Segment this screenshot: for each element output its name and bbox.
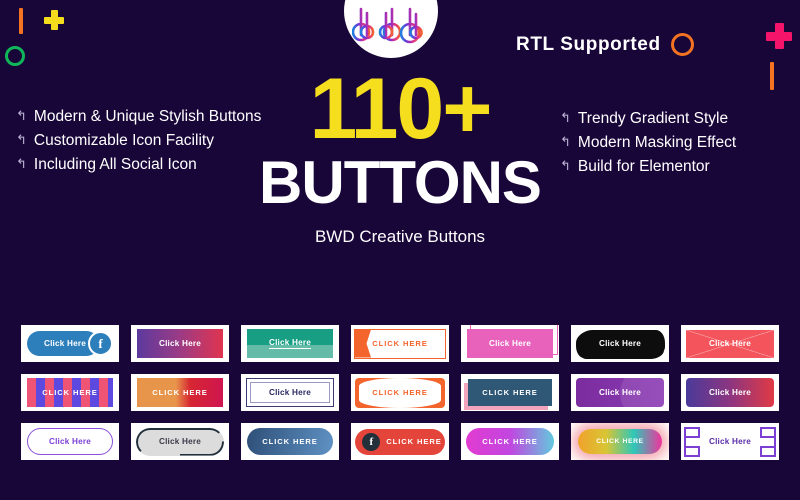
circle-green-top-left-icon [5,46,25,66]
button-card: CLICK HERE [131,374,229,411]
button-magenta-cyan-pill[interactable]: CLICK HERE [466,428,554,455]
button-blue-gradient-pill[interactable]: CLICK HERE [247,428,333,455]
button-label: CLICK HERE [42,388,98,397]
button-striped[interactable]: CLICK HERE [27,378,113,407]
corner-bracket-icon [684,426,700,438]
button-card: Click Here [461,325,559,362]
button-card: Click Here [681,325,779,362]
button-grey-ring-pill[interactable]: Click Here [136,427,224,456]
button-card: f CLICK HERE [351,423,449,460]
button-card: CLICK HERE [461,423,559,460]
button-red-facebook-pill[interactable]: f CLICK HERE [355,428,445,455]
button-card: Click Here [21,423,119,460]
side-bar-icon [684,433,686,450]
bar-orange-top-left-icon [19,8,23,34]
button-card: CLICK HERE [241,423,339,460]
hero-count: 110+ [309,61,493,157]
button-purple-masked[interactable]: Click Here [576,378,664,407]
button-label: Click Here [708,339,752,348]
button-card: Click Here [571,325,669,362]
button-glow-gradient-pill[interactable]: CLICK HERE [578,429,662,454]
button-facebook-pill[interactable]: Click Here f [27,331,113,356]
button-orange-chevron[interactable]: CLICK HERE [354,328,446,359]
button-teal-underline[interactable]: Click Here [247,329,333,358]
button-slate-pink-shadow[interactable]: CLICK HERE [468,379,552,406]
plus-yellow-top-left-icon [44,10,64,30]
side-bar-icon [774,433,776,450]
button-bracket-corners[interactable]: Click Here [684,426,776,457]
button-purple-outline-pill[interactable]: Click Here [27,428,113,455]
button-black-brush[interactable]: Click Here [577,330,663,357]
button-label: Click Here [158,339,202,348]
button-card: Click Here [681,374,779,411]
bdb-logo [344,0,438,58]
corner-bracket-icon [684,445,700,457]
facebook-icon: f [88,331,113,356]
button-card: CLICK HERE [351,325,449,362]
button-label: CLICK HERE [482,388,538,397]
button-label: CLICK HERE [262,437,318,446]
button-card: Click Here f [21,325,119,362]
button-label: Click Here [488,339,532,348]
button-label: CLICK HERE [596,438,644,445]
button-card: Click Here [131,423,229,460]
button-purple-red-gradient[interactable]: Click Here [137,329,223,358]
button-orange-curved-sides[interactable]: CLICK HERE [355,377,445,408]
button-red-crosslines[interactable]: Click Here [686,329,774,358]
hero-subtitle: BWD Creative Buttons [314,227,486,247]
hero-block: 110+ BUTTONS BWD Creative Buttons [0,61,800,247]
button-card: Click Here [571,374,669,411]
button-label: Click Here [48,437,92,446]
button-label: CLICK HERE [152,388,208,397]
button-label: Click Here [598,339,642,348]
button-card: CLICK HERE [351,374,449,411]
button-card: Click Here [131,325,229,362]
button-label: Click Here [268,388,312,397]
facebook-icon: f [362,432,381,451]
button-label: Click Here [598,388,642,397]
button-label: Click Here [268,338,312,349]
button-label: CLICK HERE [386,437,442,446]
button-label: Click Here [708,437,752,446]
button-label: Click Here [708,388,752,397]
chevron-left-icon [355,329,371,358]
button-label: Click Here [43,339,87,348]
bdb-logo-icon [352,7,423,44]
button-card: Click Here [681,423,779,460]
button-card: CLICK HERE [571,423,669,460]
button-purple-red-rounded[interactable]: Click Here [686,378,774,407]
plus-pink-top-right-icon [766,23,792,49]
button-navy-inner-border[interactable]: Click Here [246,378,334,407]
button-label: CLICK HERE [482,437,538,446]
circle-outline-icon [670,33,694,56]
button-label: CLICK HERE [372,388,428,397]
button-label: CLICK HERE [372,339,428,348]
button-pink-offset-outline[interactable]: Click Here [467,329,553,358]
button-grid: Click Here f Click Here Click Here CLICK… [21,325,779,460]
button-label: Click Here [158,437,202,446]
rtl-supported-badge: RTL Supported [516,33,694,56]
button-card: Click Here [241,325,339,362]
rtl-supported-label: RTL Supported [516,33,661,55]
page-title: BUTTONS [259,149,542,217]
button-card: CLICK HERE [21,374,119,411]
button-orange-crimson[interactable]: CLICK HERE [137,378,223,407]
button-card: Click Here [241,374,339,411]
button-card: CLICK HERE [461,374,559,411]
poster-canvas: RTL Supported ↰ Modern & Unique Stylish … [0,0,800,500]
